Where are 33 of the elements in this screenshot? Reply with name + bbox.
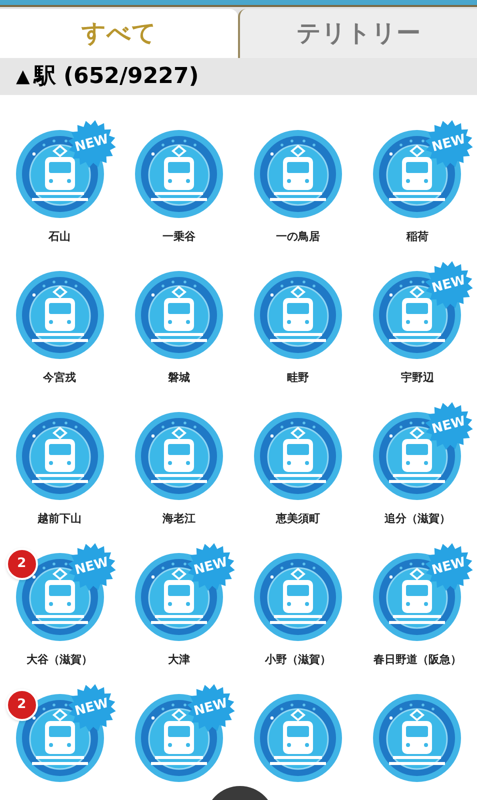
station-name[interactable]: 追分（滋賀） bbox=[384, 511, 450, 528]
station-name[interactable]: 一乗谷 bbox=[162, 229, 196, 246]
station-name[interactable]: 海老江 bbox=[162, 511, 196, 528]
section-header[interactable]: ▲ 駅 (652/9227) bbox=[0, 58, 477, 95]
station-name[interactable]: 大谷（滋賀） bbox=[26, 652, 93, 668]
station-name[interactable]: 今宮戎 bbox=[43, 370, 76, 386]
train-medal-icon bbox=[134, 130, 223, 218]
station-name[interactable]: 宇野辺 bbox=[400, 370, 434, 386]
station-name[interactable]: 大津 bbox=[168, 652, 190, 668]
station-name[interactable]: 磐城 bbox=[168, 370, 190, 386]
count-badge: 2 bbox=[6, 689, 38, 721]
station-name[interactable]: 小野（滋賀） bbox=[265, 652, 332, 668]
train-medal-icon bbox=[16, 271, 104, 359]
station-name[interactable]: 石山 bbox=[48, 229, 71, 246]
station-name[interactable]: 稲荷 bbox=[406, 229, 428, 246]
train-medal-icon bbox=[254, 694, 342, 782]
train-medal-icon bbox=[134, 271, 223, 359]
station-name[interactable]: 一の鳥居 bbox=[276, 229, 320, 246]
tab[interactable]: テリトリー bbox=[238, 8, 477, 58]
train-medal-icon bbox=[254, 553, 342, 641]
count-badge: 2 bbox=[6, 548, 38, 580]
station-name[interactable]: 越前下山 bbox=[38, 511, 82, 528]
collapse-arrow-icon: ▲ bbox=[16, 62, 30, 90]
train-medal-icon bbox=[373, 694, 462, 782]
station-name[interactable]: 春日野道（阪急） bbox=[373, 652, 462, 668]
train-medal-icon bbox=[16, 412, 104, 500]
train-medal-icon bbox=[254, 412, 342, 500]
station-name[interactable]: 畦野 bbox=[287, 370, 310, 386]
train-medal-icon bbox=[134, 412, 223, 500]
station-name[interactable]: 恵美須町 bbox=[276, 511, 320, 528]
section-title: 駅 (652/9227) bbox=[34, 62, 199, 91]
train-medal-icon bbox=[254, 130, 342, 218]
train-medal-icon bbox=[254, 271, 342, 359]
